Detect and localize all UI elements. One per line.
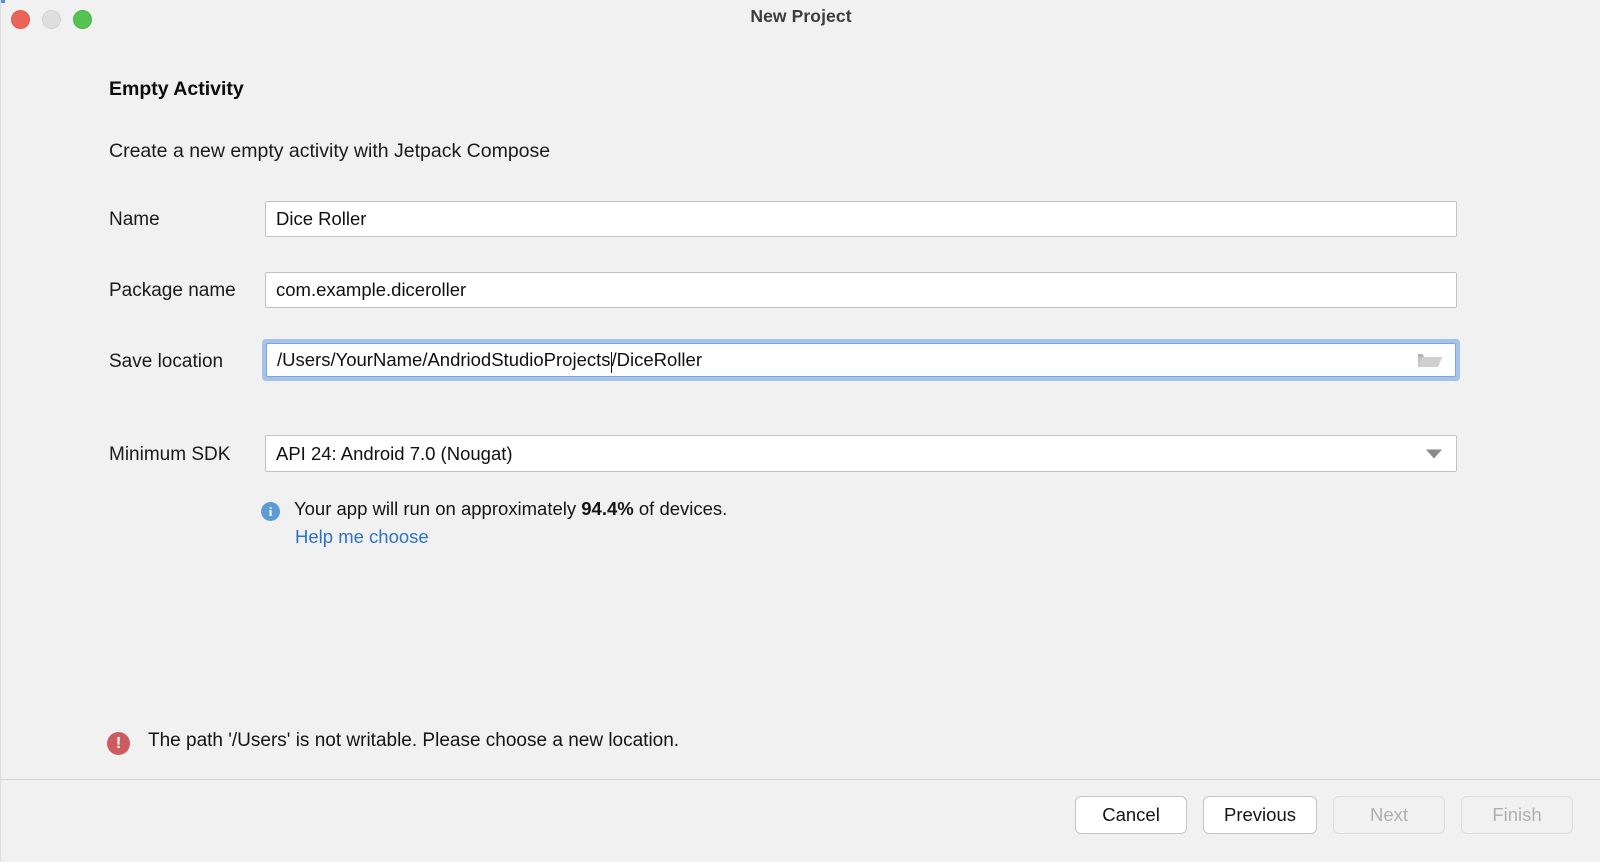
window-edge-accent xyxy=(1,0,5,3)
coverage-text-before: Your app will run on approximately xyxy=(294,498,581,519)
package-name-input-value: com.example.diceroller xyxy=(276,279,466,301)
help-me-choose-link[interactable]: Help me choose xyxy=(295,526,429,548)
name-input-value: Dice Roller xyxy=(276,208,366,230)
coverage-text-after: of devices. xyxy=(634,498,728,519)
chevron-down-icon[interactable] xyxy=(1426,449,1442,458)
dialog-body: Empty Activity Create a new empty activi… xyxy=(1,38,1600,780)
coverage-percent: 94.4% xyxy=(581,498,633,519)
save-location-label: Save location xyxy=(109,351,223,373)
error-icon: ! xyxy=(107,732,130,755)
validation-error-text: The path '/Users' is not writable. Pleas… xyxy=(148,730,679,752)
save-location-input-inner[interactable]: /Users/YourName/AndriodStudioProjects/Di… xyxy=(266,343,1456,377)
device-coverage-text: Your app will run on approximately 94.4%… xyxy=(294,498,727,520)
folder-icon[interactable] xyxy=(1417,350,1443,370)
name-label: Name xyxy=(109,209,160,231)
next-button: Next xyxy=(1333,796,1445,834)
package-name-input[interactable]: com.example.diceroller xyxy=(265,272,1457,308)
title-bar: New Project xyxy=(1,0,1600,38)
cancel-button[interactable]: Cancel xyxy=(1075,796,1187,834)
save-location-value-before-caret: /Users/YourName/AndriodStudioProjects xyxy=(277,349,611,371)
page-title: Empty Activity xyxy=(109,78,244,101)
package-name-label: Package name xyxy=(109,280,236,302)
info-icon: i xyxy=(261,502,280,521)
minimum-sdk-label: Minimum SDK xyxy=(109,444,230,466)
text-caret xyxy=(611,352,612,373)
new-project-dialog: New Project Empty Activity Create a new … xyxy=(0,0,1600,862)
page-subtitle: Create a new empty activity with Jetpack… xyxy=(109,140,550,163)
save-location-input[interactable]: /Users/YourName/AndriodStudioProjects/Di… xyxy=(262,339,1460,381)
save-location-value-after-caret: /DiceRoller xyxy=(612,349,702,371)
name-input[interactable]: Dice Roller xyxy=(265,201,1457,237)
previous-button[interactable]: Previous xyxy=(1203,796,1317,834)
window-title: New Project xyxy=(1,6,1600,27)
minimum-sdk-value: API 24: Android 7.0 (Nougat) xyxy=(276,443,513,465)
finish-button: Finish xyxy=(1461,796,1573,834)
minimum-sdk-dropdown[interactable]: API 24: Android 7.0 (Nougat) xyxy=(265,435,1457,472)
dialog-button-bar: Cancel Previous Next Finish xyxy=(1075,796,1573,834)
dialog-footer: Cancel Previous Next Finish xyxy=(1,780,1600,862)
